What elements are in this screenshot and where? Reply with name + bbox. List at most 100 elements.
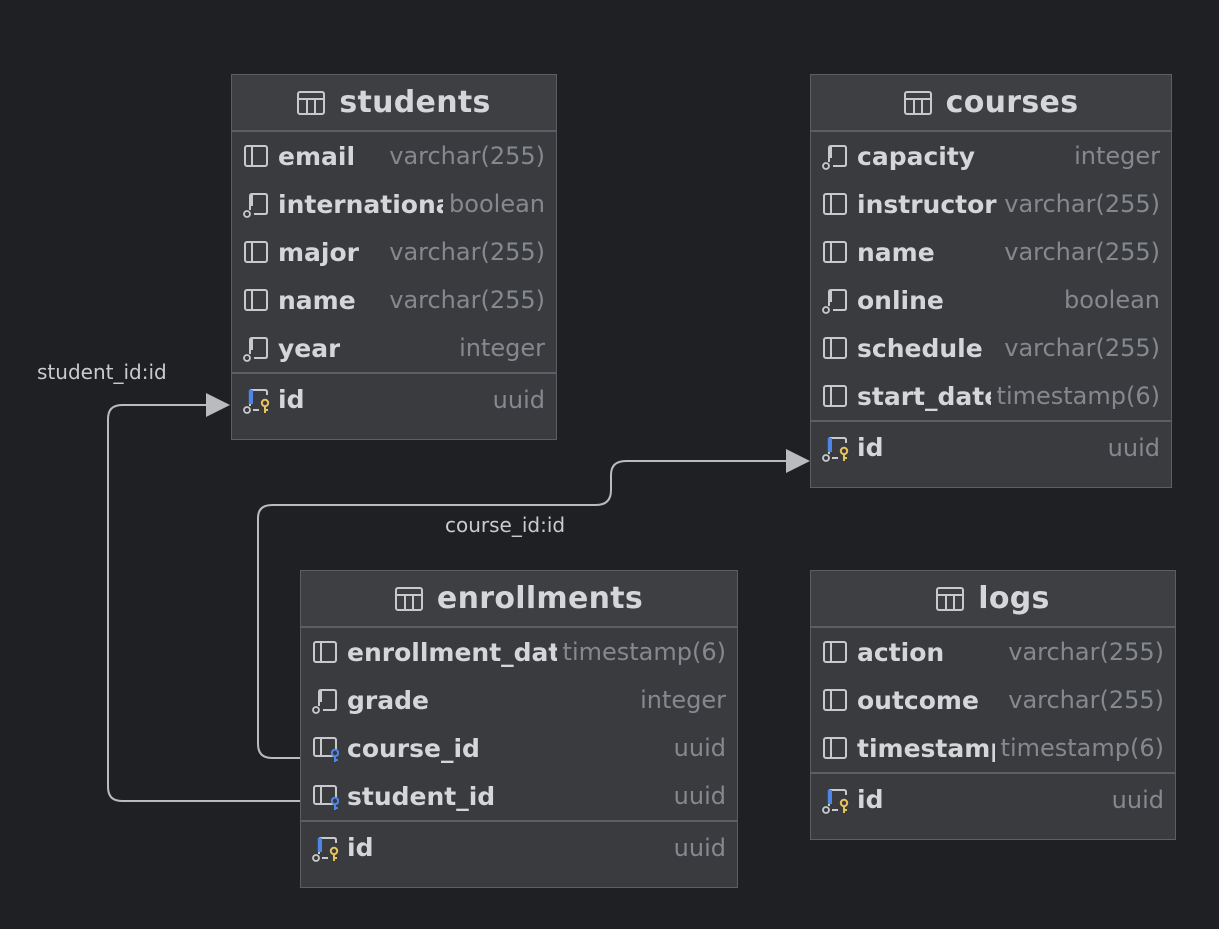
column-row[interactable]: schedule varchar(255) [811,324,1171,372]
table-icon [936,586,965,611]
column-name: start_date [857,381,991,411]
column-name: name [857,237,935,267]
nullable-column-icon [243,337,268,362]
column-icon [823,193,847,215]
column-list: capacity integer instructor varchar(255) nam… [811,132,1171,473]
column-name: outcome [857,685,979,715]
column-icon [313,641,337,663]
column-icon [244,289,268,311]
column-type: boolean [1064,286,1160,314]
column-type: varchar(255) [1008,638,1164,666]
table-icon [394,586,423,611]
column-icon [823,337,847,359]
column-row[interactable]: start_date timestamp(6) [811,372,1171,420]
primary-key-icon [822,436,849,462]
primary-key-row[interactable]: id uuid [301,820,737,873]
column-row[interactable]: capacity integer [811,132,1171,180]
entity-title: courses [945,85,1079,120]
column-icon [244,145,268,167]
nullable-column-icon [822,145,847,170]
column-type: integer [459,334,545,362]
column-type: varchar(255) [389,142,545,170]
column-row[interactable]: action varchar(255) [811,628,1175,676]
nullable-column-icon [312,689,337,714]
column-type: timestamp(6) [996,382,1160,410]
column-name: online [857,285,944,315]
column-row[interactable]: international boolean [232,180,556,228]
column-type: varchar(255) [389,238,545,266]
column-icon [823,689,847,711]
entity-logs[interactable]: logs action varchar(255) outcome varchar(25… [810,570,1176,840]
column-type: varchar(255) [1008,686,1164,714]
nullable-column-icon [822,289,847,314]
student-id-arrowhead-icon [206,393,230,417]
column-row[interactable]: online boolean [811,276,1171,324]
entity-header[interactable]: logs [811,571,1175,628]
column-row[interactable]: outcome varchar(255) [811,676,1175,724]
column-row[interactable]: course_id uuid [301,724,737,772]
column-icon [823,737,847,759]
column-row[interactable]: enrollment_date timestamp(6) [301,628,737,676]
table-icon [903,90,932,115]
column-type: uuid [673,782,726,810]
column-type: integer [1074,142,1160,170]
column-row[interactable]: timestamp timestamp(6) [811,724,1175,772]
column-row[interactable]: email varchar(255) [232,132,556,180]
column-name: id [857,785,884,814]
student-id-connector-line[interactable] [107,404,300,802]
column-row[interactable]: major varchar(255) [232,228,556,276]
column-type: boolean [449,190,545,218]
entity-header[interactable]: students [232,75,556,132]
column-name: course_id [347,733,480,763]
entity-title: students [339,85,491,120]
column-row[interactable]: name varchar(255) [811,228,1171,276]
table-icon [297,90,326,115]
column-type: uuid [492,385,545,414]
column-name: id [278,385,305,414]
entity-courses[interactable]: courses capacity integer instructor varchar… [810,74,1172,488]
foreign-key-icon [313,785,339,810]
entity-title: logs [978,581,1050,616]
column-type: uuid [673,734,726,762]
column-name: email [278,141,356,171]
foreign-key-icon [313,737,339,762]
column-row[interactable]: instructor varchar(255) [811,180,1171,228]
entity-students[interactable]: students email varchar(255) international b… [231,74,557,440]
column-icon [823,385,847,407]
column-list: enrollment_date timestamp(6) grade integer c… [301,628,737,873]
column-type: varchar(255) [1004,334,1160,362]
entity-enrollments[interactable]: enrollments enrollment_date timestamp(6) g… [300,570,738,888]
column-name: capacity [857,141,976,171]
primary-key-row[interactable]: id uuid [811,420,1171,473]
column-name: international [278,189,444,219]
course-id-arrowhead-icon [786,449,810,473]
entity-header[interactable]: enrollments [301,571,737,628]
course-id-relation-label: course_id:id [445,513,566,537]
primary-key-icon [822,788,849,814]
nullable-column-icon [243,193,268,218]
column-name: id [347,833,374,862]
column-list: action varchar(255) outcome varchar(255) tim… [811,628,1175,825]
column-list: email varchar(255) international boolean maj… [232,132,556,425]
column-type: varchar(255) [389,286,545,314]
column-type: varchar(255) [1004,190,1160,218]
primary-key-row[interactable]: id uuid [232,372,556,425]
column-row[interactable]: student_id uuid [301,772,737,820]
column-name: timestamp [857,733,995,763]
column-name: id [857,433,884,462]
column-icon [823,241,847,263]
column-type: integer [640,686,726,714]
entity-header[interactable]: courses [811,75,1171,132]
column-row[interactable]: grade integer [301,676,737,724]
column-name: schedule [857,333,983,363]
student-id-relation-label: student_id:id [37,360,167,384]
column-type: timestamp(6) [562,638,726,666]
column-row[interactable]: name varchar(255) [232,276,556,324]
column-type: uuid [673,833,726,862]
primary-key-row[interactable]: id uuid [811,772,1175,825]
column-name: enrollment_date [347,637,557,667]
column-name: major [278,237,359,267]
primary-key-icon [243,388,270,414]
column-row[interactable]: year integer [232,324,556,372]
column-type: timestamp(6) [1000,734,1164,762]
